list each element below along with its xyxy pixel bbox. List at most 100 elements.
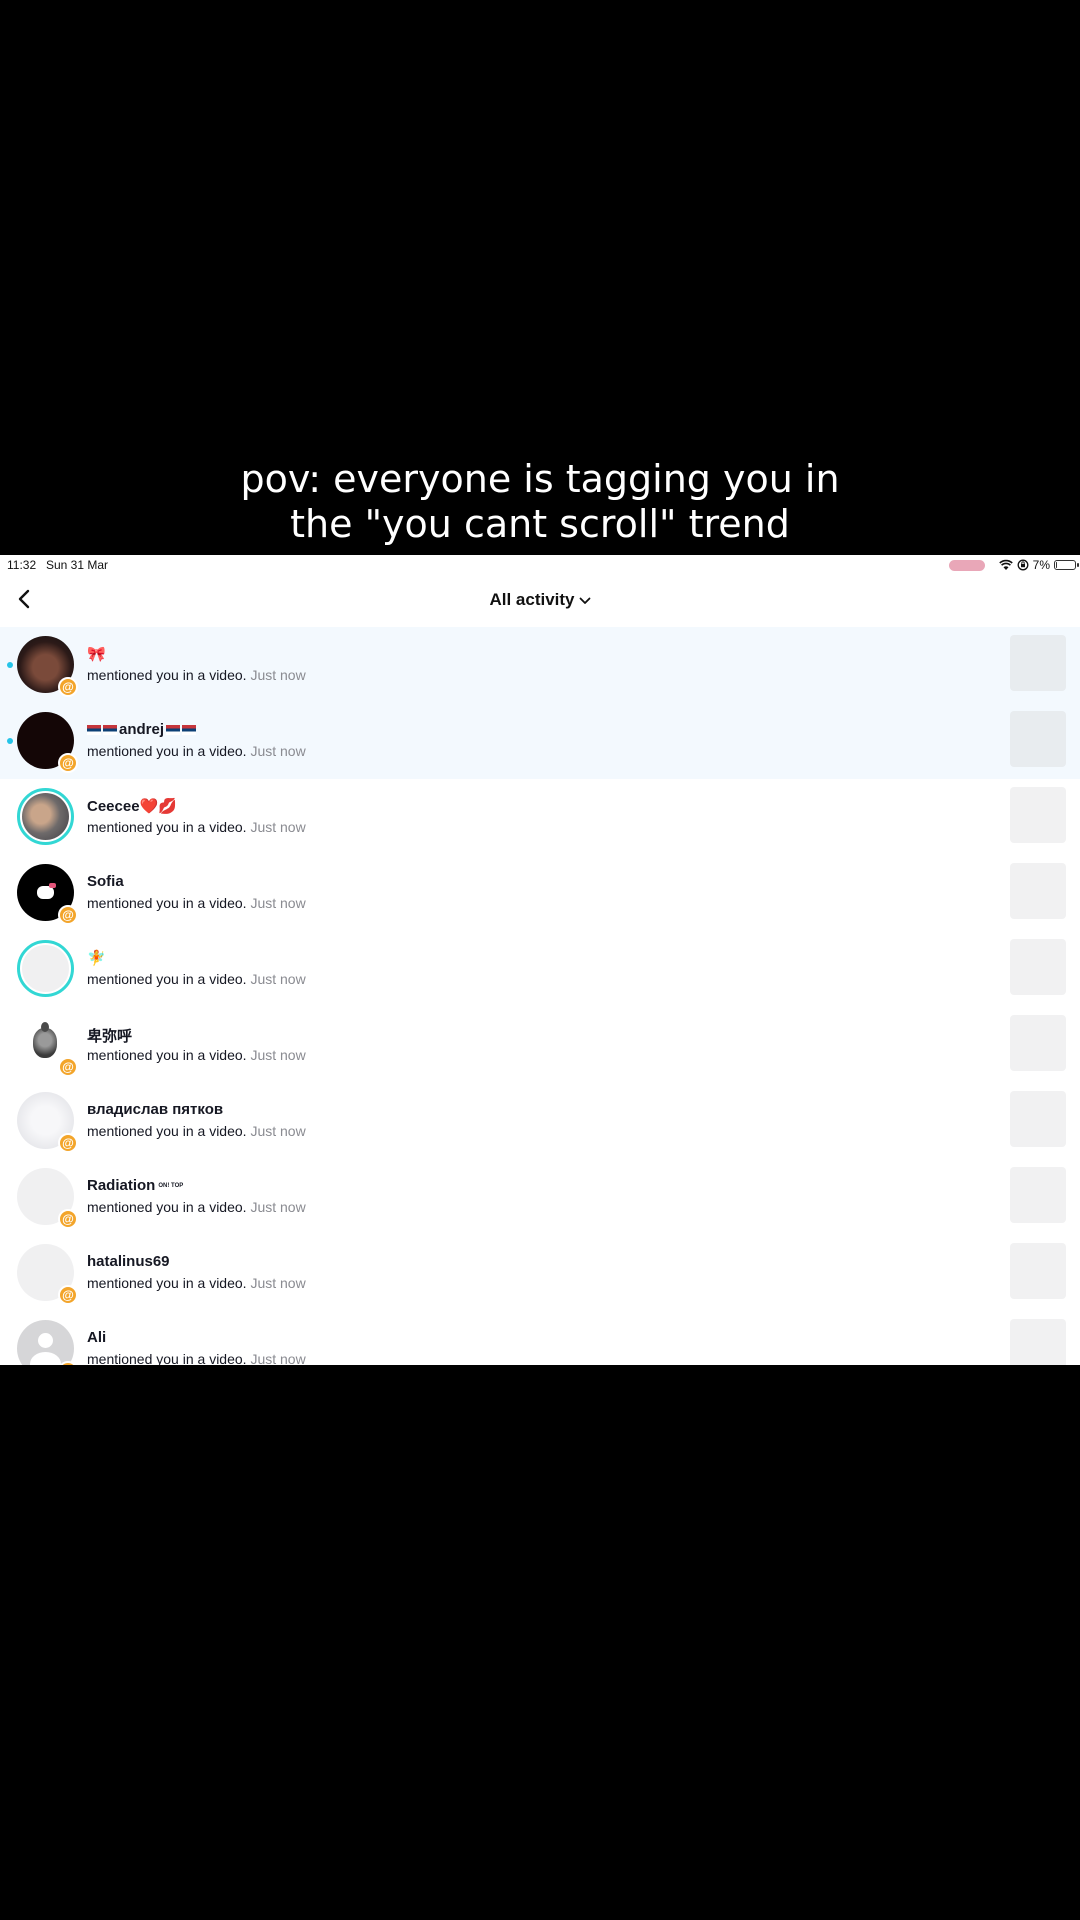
orientation-lock-icon [1017,559,1029,571]
serbia-flag-icon [166,725,181,736]
caption-line-2: the "you cant scroll" trend [290,502,790,546]
activity-filter-dropdown[interactable]: All activity [0,590,1080,610]
video-thumbnail[interactable] [1010,787,1066,843]
notification-row[interactable]: @ andrej mentioned you in a video. Just … [0,703,1080,779]
video-thumbnail[interactable] [1010,1015,1066,1071]
username[interactable]: Radiation ON! TOP [87,1177,183,1194]
notification-message: mentioned you in a video. [87,667,247,683]
video-thumbnail[interactable] [1010,1167,1066,1223]
wifi-icon [998,559,1013,570]
notification-message: mentioned you in a video. [87,971,247,987]
notification-text: mentioned you in a video. Just now [87,819,306,835]
notification-text: mentioned you in a video. Just now [87,971,306,987]
video-caption: pov: everyone is tagging you in the "you… [0,457,1080,547]
username-text: Radiation [87,1177,156,1194]
timestamp: Just now [250,1123,306,1139]
status-bar: 11:32 Sun 31 Mar 7% [0,555,1080,575]
username[interactable]: hatalinus69 [87,1253,170,1270]
username-text: andrej [119,721,165,738]
notification-text: mentioned you in a video. Just now [87,1123,306,1139]
battery-percent: 7% [1032,558,1050,572]
username[interactable]: 卑弥呼 [87,1025,132,1046]
battery-level-fill [1056,562,1057,568]
serbia-flag-icon [103,725,117,736]
mention-badge-icon: @ [58,677,78,697]
video-thumbnail[interactable] [1010,1243,1066,1299]
notification-list: @ 🎀 mentioned you in a video. Just now @… [0,627,1080,1365]
notification-message: mentioned you in a video. [87,1047,247,1063]
notification-row[interactable]: Ceecee❤️💋 mentioned you in a video. Just… [0,779,1080,855]
timestamp: Just now [250,1275,306,1291]
avatar[interactable] [17,940,74,997]
chevron-down-icon [579,597,590,604]
video-thumbnail[interactable] [1010,939,1066,995]
notification-text: mentioned you in a video. Just now [87,1351,306,1365]
recording-pill [948,559,985,571]
timestamp: Just now [250,1047,306,1063]
video-thumbnail[interactable] [1010,863,1066,919]
username[interactable]: andrej [87,721,198,738]
mention-badge-icon: @ [58,753,78,773]
notification-text: mentioned you in a video. Just now [87,667,306,683]
video-thumbnail[interactable] [1010,711,1066,767]
page-title: All activity [489,590,575,609]
notification-message: mentioned you in a video. [87,1123,247,1139]
username[interactable]: 🎀 [87,645,106,663]
notification-message: mentioned you in a video. [87,895,247,911]
status-date: Sun 31 Mar [46,558,109,572]
serbia-flag-icon [87,725,101,736]
mention-badge-icon: @ [58,1057,78,1077]
notification-row[interactable]: @ владислав пятков mentioned you in a vi… [0,1083,1080,1159]
notification-message: mentioned you in a video. [87,1275,247,1291]
avatar[interactable]: @ [17,1320,78,1365]
caption-line-1: pov: everyone is tagging you in [240,457,840,501]
activity-screen: 11:32 Sun 31 Mar 7% All activity @ 🎀 men… [0,555,1080,1365]
notification-text: mentioned you in a video. Just now [87,1199,306,1215]
avatar[interactable]: @ [17,1244,78,1305]
header: All activity [0,575,1080,627]
notification-message: mentioned you in a video. [87,1199,247,1215]
timestamp: Just now [250,971,306,987]
mention-badge-icon: @ [58,1133,78,1153]
timestamp: Just now [250,895,306,911]
avatar[interactable] [17,788,74,845]
username[interactable]: владислав пятков [87,1101,223,1118]
notification-message: mentioned you in a video. [87,1351,247,1365]
notification-text: mentioned you in a video. Just now [87,895,306,911]
notification-message: mentioned you in a video. [87,743,247,759]
notification-text: mentioned you in a video. Just now [87,743,306,759]
username[interactable]: 🧚 [87,949,106,967]
notification-row[interactable]: @ Sofia mentioned you in a video. Just n… [0,855,1080,931]
notification-row[interactable]: @ Radiation ON! TOP mentioned you in a vi… [0,1159,1080,1235]
battery-icon [1054,560,1079,570]
avatar[interactable]: @ [17,1092,78,1153]
avatar[interactable]: @ [17,1168,78,1229]
mention-badge-icon: @ [58,1285,78,1305]
avatar[interactable]: @ [17,864,78,925]
video-thumbnail[interactable] [1010,1091,1066,1147]
username[interactable]: Sofia [87,873,124,890]
notification-row[interactable]: @ 卑弥呼 mentioned you in a video. Just now [0,1007,1080,1083]
avatar[interactable]: @ [17,636,78,697]
notification-text: mentioned you in a video. Just now [87,1275,306,1291]
notification-row[interactable]: @ hatalinus69 mentioned you in a video. … [0,1235,1080,1311]
mention-badge-icon: @ [58,905,78,925]
status-time: 11:32 [7,558,37,572]
on-top-emoji: ON! TOP [158,1183,184,1190]
timestamp: Just now [250,1199,306,1215]
notification-text: mentioned you in a video. Just now [87,1047,306,1063]
serbia-flag-icon [182,725,197,736]
avatar[interactable]: @ [17,1016,78,1077]
username[interactable]: Ceecee❤️💋 [87,797,177,815]
video-thumbnail[interactable] [1010,1319,1066,1365]
avatar[interactable]: @ [17,712,78,773]
notification-row[interactable]: 🧚 mentioned you in a video. Just now [0,931,1080,1007]
video-thumbnail[interactable] [1010,635,1066,691]
timestamp: Just now [250,1351,306,1365]
username[interactable]: Ali [87,1329,106,1346]
timestamp: Just now [250,667,306,683]
notification-row[interactable]: @ 🎀 mentioned you in a video. Just now [0,627,1080,703]
timestamp: Just now [250,743,306,759]
notification-message: mentioned you in a video. [87,819,247,835]
notification-row[interactable]: @ Ali mentioned you in a video. Just now [0,1311,1080,1365]
